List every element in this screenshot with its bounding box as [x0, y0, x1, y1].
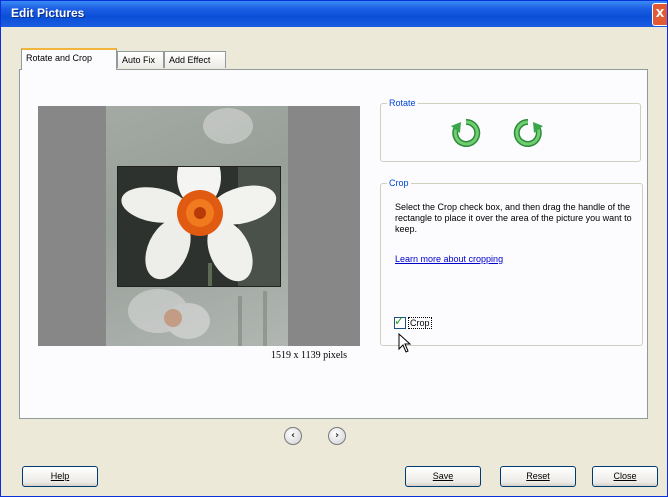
rotate-right-icon	[513, 118, 543, 147]
crop-checkbox[interactable]: ✓ Crop	[394, 314, 432, 329]
next-arrow-icon: ›	[334, 430, 340, 441]
rotate-legend: Rotate	[387, 98, 418, 108]
reset-button[interactable]: Reset	[500, 466, 576, 487]
tab-label: Auto Fix	[122, 55, 156, 65]
previous-arrow-icon: ‹	[290, 430, 296, 441]
learn-more-link[interactable]: Learn more about cropping	[395, 254, 503, 264]
close-icon: X	[655, 7, 665, 20]
save-button[interactable]: Save	[405, 466, 481, 487]
close-button-label: Close	[613, 471, 637, 481]
crop-instructions: Select the Crop check box, and then drag…	[395, 202, 632, 234]
help-button[interactable]: Help	[22, 466, 98, 487]
check-icon: ✓	[394, 314, 405, 328]
crop-checkbox-label[interactable]: Crop	[408, 317, 432, 329]
checkbox-box[interactable]: ✓	[394, 314, 406, 329]
mouse-pointer-icon	[398, 333, 412, 353]
rotate-left-button[interactable]	[449, 116, 483, 150]
picture-preview	[38, 106, 360, 346]
tab-label: Add Effect	[169, 55, 211, 65]
tab-label: Rotate and Crop	[26, 53, 93, 63]
previous-picture-button[interactable]: ‹	[284, 427, 302, 445]
rotate-left-icon	[451, 118, 481, 147]
tab-add-effect[interactable]: Add Effect	[164, 51, 226, 68]
title-bar[interactable]: Edit Pictures X	[1, 1, 667, 27]
crop-legend: Crop	[387, 178, 411, 188]
crop-group: Crop Select the Crop check box, and then…	[380, 178, 643, 346]
picture-dimensions: 1519 x 1139 pixels	[271, 350, 348, 361]
window-title: Edit Pictures	[11, 6, 85, 20]
reset-button-label: Reset	[526, 471, 550, 481]
tab-auto-fix[interactable]: Auto Fix	[117, 51, 164, 68]
help-button-label: Help	[50, 471, 70, 481]
close-button[interactable]: Close	[592, 466, 658, 487]
close-window-button[interactable]: X	[652, 3, 667, 26]
crop-rectangle[interactable]	[117, 166, 281, 287]
tab-rotate-and-crop[interactable]: Rotate and Crop	[21, 48, 117, 70]
rotate-right-button[interactable]	[511, 116, 545, 150]
next-picture-button[interactable]: ›	[328, 427, 346, 445]
save-button-label: Save	[432, 471, 454, 481]
daffodil-flower	[118, 167, 280, 286]
rotate-group: Rotate	[380, 98, 641, 162]
